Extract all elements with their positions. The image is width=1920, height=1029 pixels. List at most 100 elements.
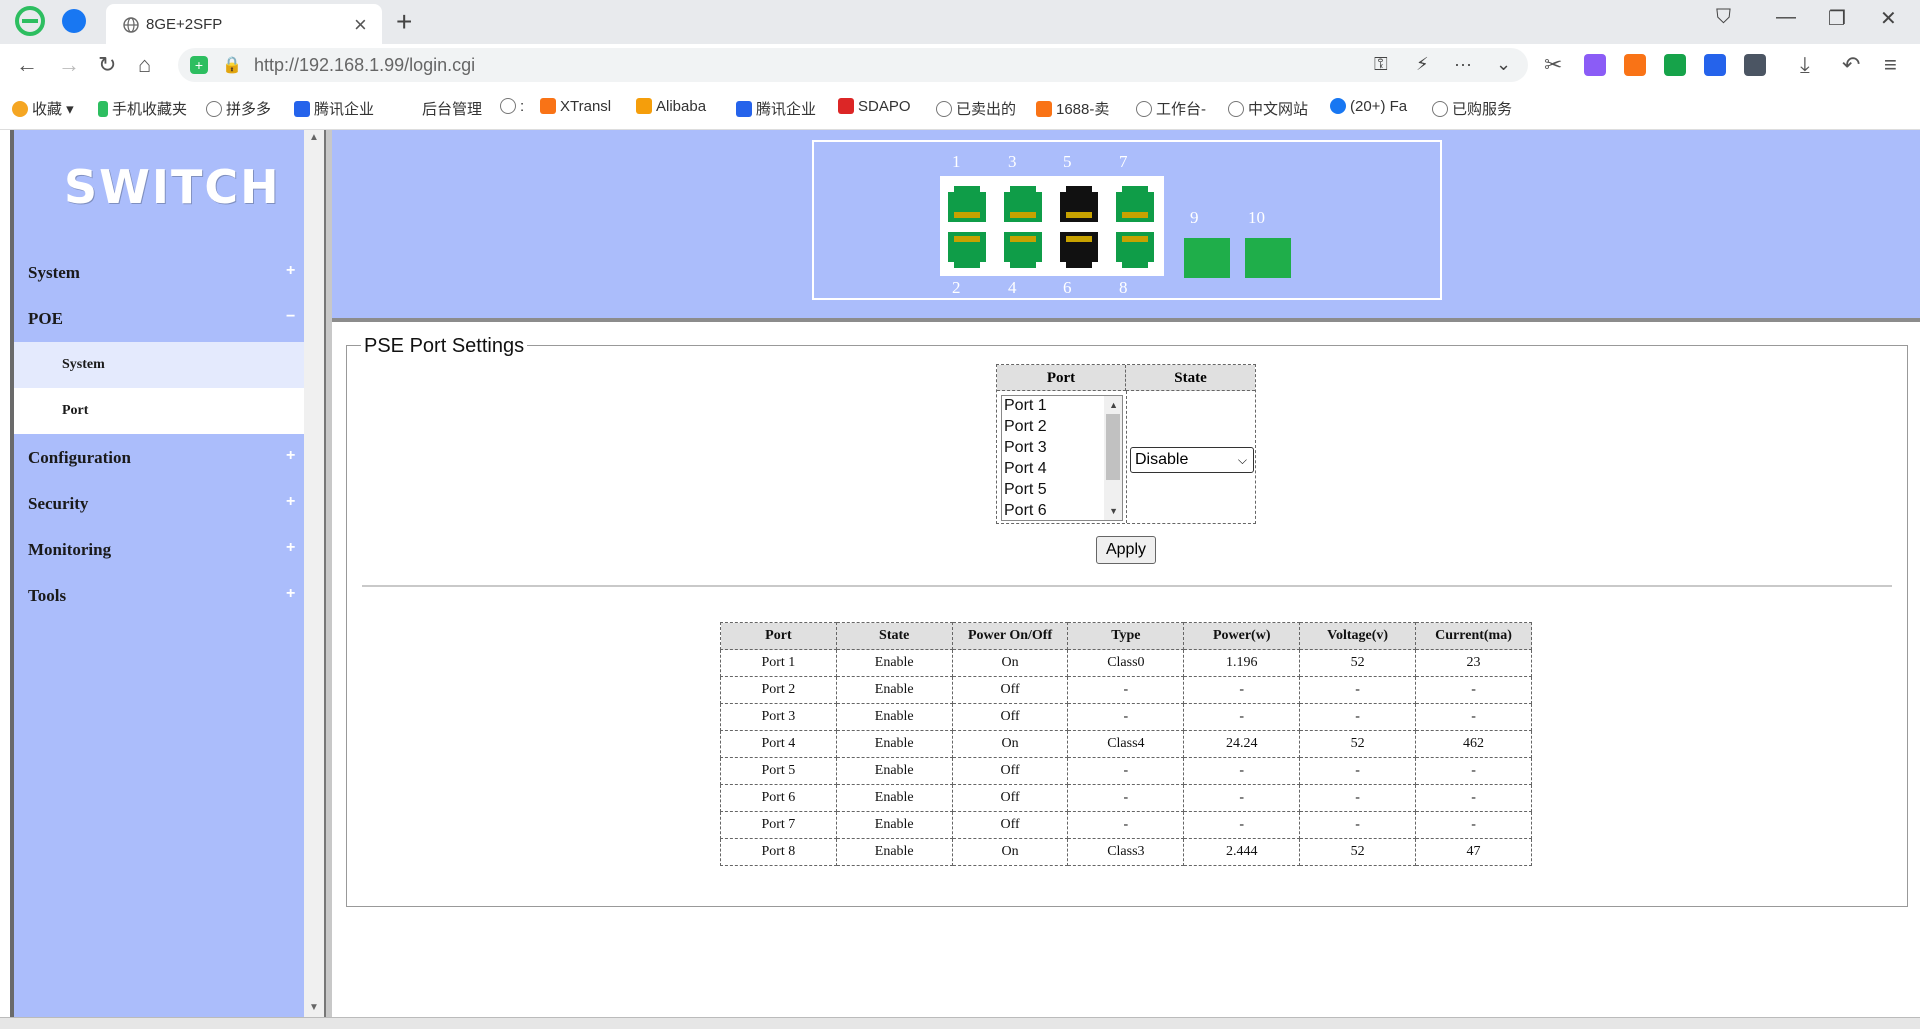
chevron-down-icon[interactable]: ⌄ [1496,54,1511,75]
shield-icon[interactable]: + [190,56,208,74]
bookmark-item[interactable]: 工作台- [1136,98,1206,119]
bookmark-item[interactable]: 腾讯企业 [736,98,816,119]
insecure-lock-icon[interactable]: 🔒 [222,55,242,75]
table-cell: 2.444 [1183,838,1301,866]
bookmark-item[interactable]: 手机收藏夹 [98,98,187,119]
bookmark-item[interactable]: : [500,98,524,115]
table-cell: Class3 [1067,838,1185,866]
menu-monitoring[interactable]: Monitoring + [14,527,304,573]
sfp-port-icon[interactable] [1245,238,1291,278]
submenu-poe-port[interactable]: Port [14,388,304,434]
bookmark-item[interactable]: 收藏 ▾ [12,98,74,119]
horizontal-scrollbar[interactable] [0,1017,1920,1029]
table-cell: - [1415,676,1532,704]
rj45-port-icon[interactable] [1056,228,1102,272]
bookmark-item[interactable]: (20+) Fa [1330,98,1407,115]
port-option[interactable]: Port 3 [1004,439,1047,457]
bookmark-item[interactable]: 已购服务 [1432,98,1512,119]
forward-icon[interactable]: → [58,52,80,78]
frame-divider[interactable] [324,130,332,1017]
table-cell: Port 6 [720,784,837,812]
scissors-icon[interactable]: ✂ [1544,52,1562,78]
url-text[interactable]: http://192.168.1.99/login.cgi [254,55,475,76]
bookmark-item[interactable]: 1688-卖 [1036,98,1109,119]
telegram-icon[interactable] [62,9,86,33]
reader-icon[interactable] [1664,54,1686,76]
download-icon[interactable]: ⤓ [1800,52,1810,78]
table-cell: Class4 [1067,730,1185,758]
bookmark-item[interactable]: XTransl [540,98,611,115]
sfp-port-icon[interactable] [1184,238,1230,278]
port-option[interactable]: Port 2 [1004,418,1047,436]
close-tab-icon[interactable]: × [354,12,367,38]
rj45-port-icon[interactable] [1112,228,1158,272]
more-icon[interactable]: ··· [1454,54,1472,75]
menu-icon[interactable]: ≡ [1884,52,1897,78]
bookmark-item[interactable]: 腾讯企业 [294,98,374,119]
table-cell: Port 5 [720,757,837,785]
browser-tab[interactable]: 8GE+2SFP × [106,4,382,44]
browser-logo-icon[interactable] [14,5,46,37]
scroll-up-icon[interactable]: ▲ [309,132,319,143]
menu-poe[interactable]: POE − [14,296,304,342]
scroll-down-icon[interactable]: ▼ [1109,506,1118,516]
minimize-icon[interactable]: — [1776,6,1796,29]
scroll-up-icon[interactable]: ▲ [1109,400,1118,410]
port-multiselect[interactable]: Port 1 Port 2 Port 3 Port 4 Port 5 Port … [1001,395,1123,521]
undo-icon[interactable]: ↶ [1842,52,1860,78]
collapse-icon[interactable]: − [286,308,295,326]
rj45-port-icon[interactable] [1000,182,1046,226]
expand-icon[interactable]: + [286,447,295,465]
translate-icon[interactable] [1584,54,1606,76]
url-field[interactable]: + 🔒 http://192.168.1.99/login.cgi ⚿ ⚡ ··… [178,48,1528,82]
reload-icon[interactable]: ↻ [98,52,116,78]
expand-icon[interactable]: + [286,493,295,511]
bookmark-item[interactable]: 已卖出的 [936,98,1016,119]
scroll-down-icon[interactable]: ▼ [309,1002,319,1013]
rj45-port-icon[interactable] [1112,182,1158,226]
state-select[interactable]: Disable ⌵ [1130,447,1254,473]
port-option[interactable]: Port 4 [1004,460,1047,478]
bookmark-item[interactable]: 拼多多 [206,98,271,119]
cast-icon[interactable] [1704,54,1726,76]
home-icon[interactable]: ⌂ [138,52,151,78]
menu-security[interactable]: Security + [14,481,304,527]
back-icon[interactable]: ← [16,52,38,78]
table-cell: On [951,838,1069,866]
restore-icon[interactable]: ❐ [1828,6,1846,31]
rj45-port-icon[interactable] [1056,182,1102,226]
shirt-icon[interactable]: ⛉ [1716,6,1731,29]
bookmark-item[interactable]: 后台管理 [422,98,482,119]
menu-tools[interactable]: Tools + [14,573,304,619]
expand-icon[interactable]: + [286,262,295,280]
close-window-icon[interactable]: ✕ [1880,6,1897,31]
expand-icon[interactable]: + [286,585,295,603]
new-tab-icon[interactable]: + [396,6,412,38]
fieldset-legend: PSE Port Settings [361,335,528,358]
bookmark-item[interactable]: SDAPO [838,98,911,115]
port-option[interactable]: Port 1 [1004,397,1047,415]
list-scroll-thumb[interactable] [1106,414,1120,480]
bookmark-item[interactable]: Alibaba [636,98,706,115]
port-number: 7 [1119,152,1128,171]
submenu-poe-system[interactable]: System [14,342,304,388]
column-header: Power(w) [1183,622,1301,650]
table-cell: Off [951,703,1069,731]
port-option[interactable]: Port 5 [1004,481,1047,499]
bookmark-item[interactable]: 中文网站 [1228,98,1308,119]
menu-configuration[interactable]: Configuration + [14,435,304,481]
key-icon[interactable]: ⚿ [1374,54,1388,75]
port-option[interactable]: Port 6 [1004,502,1047,520]
apply-button[interactable]: Apply [1096,536,1156,564]
sidebar-scrollbar[interactable]: ▲ ▼ [304,130,324,1017]
rj45-port-icon[interactable] [1000,228,1046,272]
game-icon[interactable] [1624,54,1646,76]
apps-grid-icon[interactable] [1744,54,1766,76]
rj45-port-icon[interactable] [944,228,990,272]
table-cell: Off [951,757,1069,785]
expand-icon[interactable]: + [286,539,295,557]
rj45-port-icon[interactable] [944,182,990,226]
lightning-icon[interactable]: ⚡ [1416,54,1429,75]
tab-title: 8GE+2SFP [146,16,223,33]
menu-system[interactable]: System + [14,250,304,296]
